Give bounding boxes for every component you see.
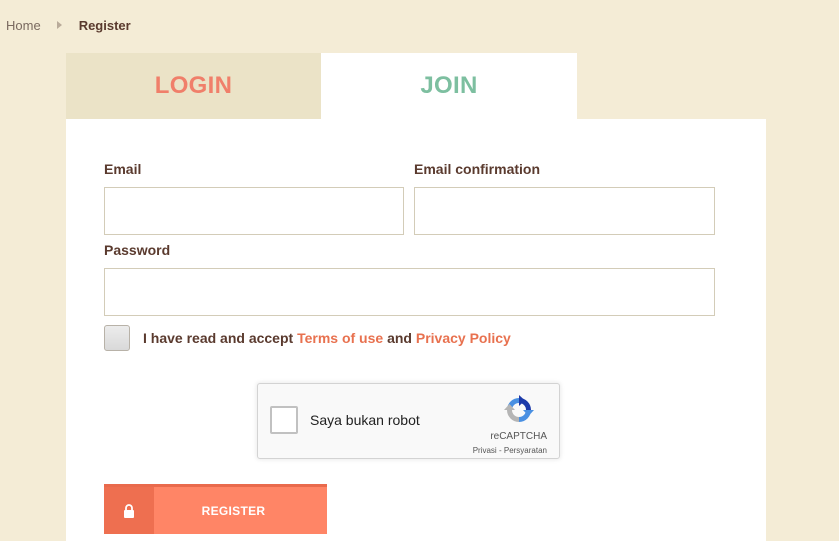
accept-terms-text: I have read and accept Terms of use and … <box>143 330 511 346</box>
accept-terms-checkbox[interactable] <box>104 325 130 351</box>
accept-terms-prefix: I have read and accept <box>143 330 294 346</box>
register-lock-area <box>104 487 154 534</box>
recaptcha-label: Saya bukan robot <box>310 412 420 428</box>
recaptcha-terms-link[interactable]: Persyaratan <box>504 446 547 455</box>
breadcrumb: Home Register <box>6 17 131 33</box>
register-button[interactable]: REGISTER <box>104 484 327 534</box>
tab-login[interactable]: LOGIN <box>66 53 321 119</box>
breadcrumb-current: Register <box>78 17 131 33</box>
recaptcha-logo-icon <box>504 395 534 422</box>
terms-of-use-link[interactable]: Terms of use <box>297 330 383 346</box>
recaptcha-brand: reCAPTCHA <box>490 431 547 442</box>
recaptcha-checkbox[interactable] <box>270 406 298 434</box>
recaptcha-separator: - <box>498 446 502 455</box>
email-confirmation-input[interactable] <box>414 187 715 235</box>
recaptcha-footer: Privasi - Persyaratan <box>473 446 547 455</box>
register-panel: Email Email confirmation Password I have… <box>66 119 766 541</box>
password-input[interactable] <box>104 268 715 316</box>
tab-join[interactable]: JOIN <box>321 53 577 119</box>
privacy-policy-link[interactable]: Privacy Policy <box>416 330 511 346</box>
breadcrumb-home-link[interactable]: Home <box>6 18 41 33</box>
email-label: Email <box>104 161 142 177</box>
accept-terms-row: I have read and accept Terms of use and … <box>104 324 511 352</box>
recaptcha-widget: Saya bukan robot reCAPTCHA Privasi - Per… <box>257 383 560 459</box>
recaptcha-privacy-link[interactable]: Privasi <box>473 446 497 455</box>
accept-terms-and: and <box>387 330 412 346</box>
breadcrumb-chevron-icon <box>56 21 62 29</box>
register-button-label: REGISTER <box>201 503 266 518</box>
email-confirmation-label: Email confirmation <box>414 161 541 177</box>
email-input[interactable] <box>104 187 404 235</box>
password-label: Password <box>104 242 171 258</box>
lock-icon <box>124 503 134 518</box>
